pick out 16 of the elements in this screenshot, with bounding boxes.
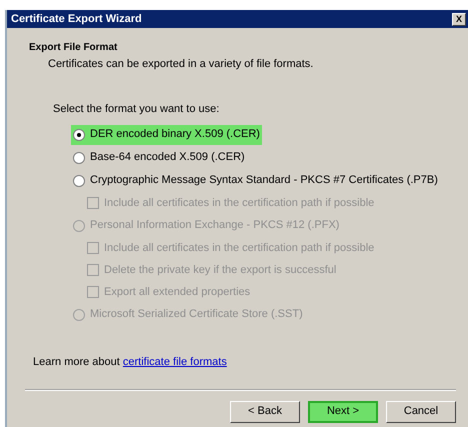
learn-more-text: Learn more about [33,356,121,368]
radio-option[interactable]: DER encoded binary X.509 (.CER) [71,124,262,144]
window-title: Certificate Export Wizard [11,12,142,27]
header-subtitle: Certificates can be exported in a variety of file formats. [47,57,314,72]
radio-icon[interactable] [73,174,85,186]
radio-icon[interactable] [73,152,85,164]
radio-icon[interactable] [73,128,85,140]
radio-option[interactable]: Base-64 encoded X.509 (.CER) [71,148,247,168]
close-button[interactable]: X [452,12,466,26]
format-prompt: Select the format you want to use: [53,102,220,116]
wizard-button[interactable]: Cancel [386,400,456,422]
header-title: Export File Format [29,41,118,55]
wizard-button[interactable]: Next > [308,400,378,422]
wizard-button[interactable]: < Back [230,400,300,422]
radio-option[interactable]: Cryptographic Message Syntax Standard - PKCS #7 Certificates (.P7B) [71,170,440,190]
learn-more-link[interactable]: certificate file formats [122,356,227,368]
